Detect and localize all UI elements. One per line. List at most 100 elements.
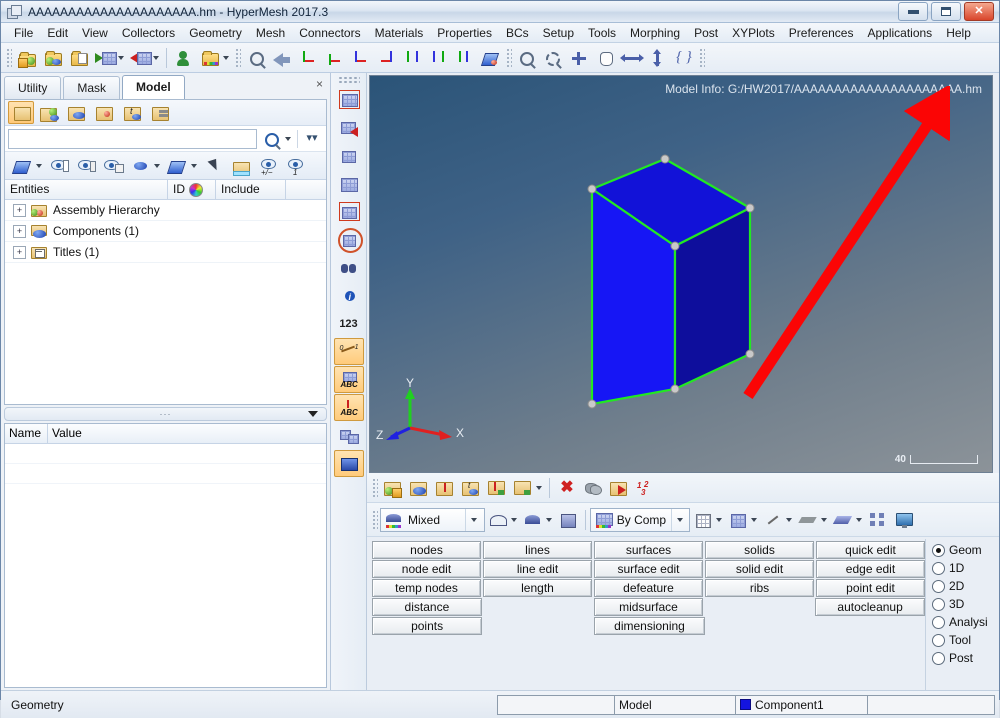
panel-button-edge-edit[interactable]: edge edit xyxy=(816,560,925,578)
element-color-dropdown-icon[interactable] xyxy=(154,163,160,168)
menu-item-preferences[interactable]: Preferences xyxy=(782,24,861,42)
panel-button-nodes[interactable]: nodes xyxy=(372,541,481,559)
folder-export-button[interactable] xyxy=(228,154,254,177)
radio-icon[interactable] xyxy=(932,579,945,593)
surface-edit-icon[interactable] xyxy=(333,450,364,477)
menu-item-materials[interactable]: Materials xyxy=(368,24,431,42)
menu-item-post[interactable]: Post xyxy=(687,24,725,42)
expander-icon[interactable]: + xyxy=(13,224,26,238)
panel-button-dimensioning[interactable]: dimensioning xyxy=(594,617,705,635)
double-chevron-down-icon[interactable]: ▾▾ xyxy=(301,129,323,149)
panel-button-ribs[interactable]: ribs xyxy=(705,579,814,597)
zoom-out-icon[interactable] xyxy=(540,45,566,71)
maximize-button[interactable] xyxy=(931,2,961,21)
surface-wire-dropdown-icon[interactable] xyxy=(511,517,517,522)
xy-bottom-view-icon[interactable] xyxy=(321,45,347,71)
xy-view-icon[interactable] xyxy=(295,45,321,71)
panel-button-point-edit[interactable]: point edit xyxy=(816,579,925,597)
radio-icon[interactable] xyxy=(932,615,945,629)
menu-item-collectors[interactable]: Collectors xyxy=(115,24,182,42)
menu-item-applications[interactable]: Applications xyxy=(860,24,939,42)
mesh-flow-icon[interactable] xyxy=(334,114,364,141)
radio-icon[interactable] xyxy=(932,651,945,665)
expander-icon[interactable]: + xyxy=(13,245,26,259)
iso-view-icon[interactable] xyxy=(451,45,477,71)
mode-radio-1d[interactable]: 1D xyxy=(932,559,997,577)
surface-wire-icon[interactable] xyxy=(485,507,511,533)
assembly-view-button[interactable] xyxy=(36,101,62,124)
toolbar-grip-2[interactable] xyxy=(234,46,241,69)
search-dropdown-icon[interactable] xyxy=(285,136,291,141)
find-icon[interactable] xyxy=(606,475,632,501)
toolbar-grip-4[interactable] xyxy=(698,46,705,69)
menu-item-edit[interactable]: Edit xyxy=(40,24,75,42)
new-session-icon[interactable] xyxy=(14,45,40,71)
menu-item-view[interactable]: View xyxy=(75,24,115,42)
previous-view-icon[interactable] xyxy=(269,45,295,71)
menu-item-file[interactable]: File xyxy=(7,24,40,42)
reflect-view-icon[interactable] xyxy=(477,45,503,71)
menu-item-mesh[interactable]: Mesh xyxy=(249,24,292,42)
panel-button-temp-nodes[interactable]: temp nodes xyxy=(372,579,481,597)
mode-radio-geom[interactable]: Geom xyxy=(932,541,997,559)
stack-view-button[interactable] xyxy=(148,101,174,124)
rotate-vertical-icon[interactable] xyxy=(644,45,670,71)
mesh-wire-icon[interactable] xyxy=(690,507,716,533)
panel-button-autocleanup[interactable]: autocleanup xyxy=(815,598,925,616)
panel-button-midsurface[interactable]: midsurface xyxy=(593,598,704,616)
tree-row-titles[interactable]: + Titles (1) xyxy=(5,242,326,263)
isolate-only-button[interactable] xyxy=(73,154,99,177)
vtoolbar-grip[interactable] xyxy=(337,76,360,83)
model-view-button[interactable] xyxy=(8,101,34,124)
element-1d-dropdown-icon[interactable] xyxy=(786,517,792,522)
status-field-model[interactable]: Model xyxy=(614,694,736,715)
rotate-horizontal-icon[interactable] xyxy=(618,45,644,71)
element-3d-icon[interactable] xyxy=(830,507,856,533)
status-field-component[interactable]: Component1 xyxy=(735,694,868,715)
radio-icon[interactable] xyxy=(932,543,945,557)
color-mode-dropdown-icon[interactable] xyxy=(671,508,687,531)
surface-shaded-icon[interactable] xyxy=(520,507,546,533)
fit-view-icon[interactable] xyxy=(243,45,269,71)
mesh-box-icon[interactable] xyxy=(334,198,364,225)
rotate-free-icon[interactable]: { } xyxy=(670,45,696,71)
panel-button-length[interactable]: length xyxy=(483,579,592,597)
show-hide-button[interactable]: +/− xyxy=(255,154,281,177)
node-label-icon[interactable]: ABC xyxy=(333,394,364,421)
panel-button-distance[interactable]: distance xyxy=(372,598,482,616)
title-collector-icon[interactable]: t xyxy=(458,475,484,501)
open-model-icon[interactable] xyxy=(40,45,66,71)
tab-mask[interactable]: Mask xyxy=(63,76,121,99)
save-model-icon[interactable] xyxy=(66,45,92,71)
screen-capture-icon[interactable] xyxy=(891,507,917,533)
collector-toolbar-grip[interactable] xyxy=(371,476,378,499)
panel-button-points[interactable]: points xyxy=(372,617,483,635)
shading-mode-combo[interactable]: Mixed xyxy=(380,507,485,532)
binoculars-icon[interactable] xyxy=(334,254,364,281)
geometry-color-button[interactable] xyxy=(164,154,190,177)
browser-splitter[interactable]: ··· xyxy=(4,407,327,421)
display-shaded-button[interactable] xyxy=(9,154,35,177)
load-view-button[interactable] xyxy=(92,101,118,124)
search-icon[interactable] xyxy=(260,129,282,149)
yz-view-icon[interactable] xyxy=(425,45,451,71)
element-2d-dropdown-icon[interactable] xyxy=(821,517,827,522)
title-view-button[interactable]: t xyxy=(120,101,146,124)
display-shaded-dropdown-icon[interactable] xyxy=(36,163,42,168)
menu-item-setup[interactable]: Setup xyxy=(536,24,581,42)
mask-icon[interactable] xyxy=(580,475,606,501)
search-input[interactable] xyxy=(8,128,257,149)
isolate-button[interactable] xyxy=(46,154,72,177)
shading-mode-dropdown-icon[interactable] xyxy=(465,508,482,531)
minimize-button[interactable] xyxy=(898,2,928,21)
mesh-shrink-icon[interactable] xyxy=(334,142,364,169)
color-wheel-icon[interactable] xyxy=(189,182,203,197)
component-collector-icon[interactable] xyxy=(406,475,432,501)
panel-button-node-edit[interactable]: node edit xyxy=(372,560,481,578)
menu-item-geometry[interactable]: Geometry xyxy=(182,24,249,42)
mode-radio-tool[interactable]: Tool xyxy=(932,631,997,649)
isolate-group-button[interactable] xyxy=(100,154,126,177)
import-dropdown-icon[interactable] xyxy=(118,55,124,60)
circle-zoom-icon[interactable] xyxy=(566,45,592,71)
tab-utility[interactable]: Utility xyxy=(4,76,62,99)
